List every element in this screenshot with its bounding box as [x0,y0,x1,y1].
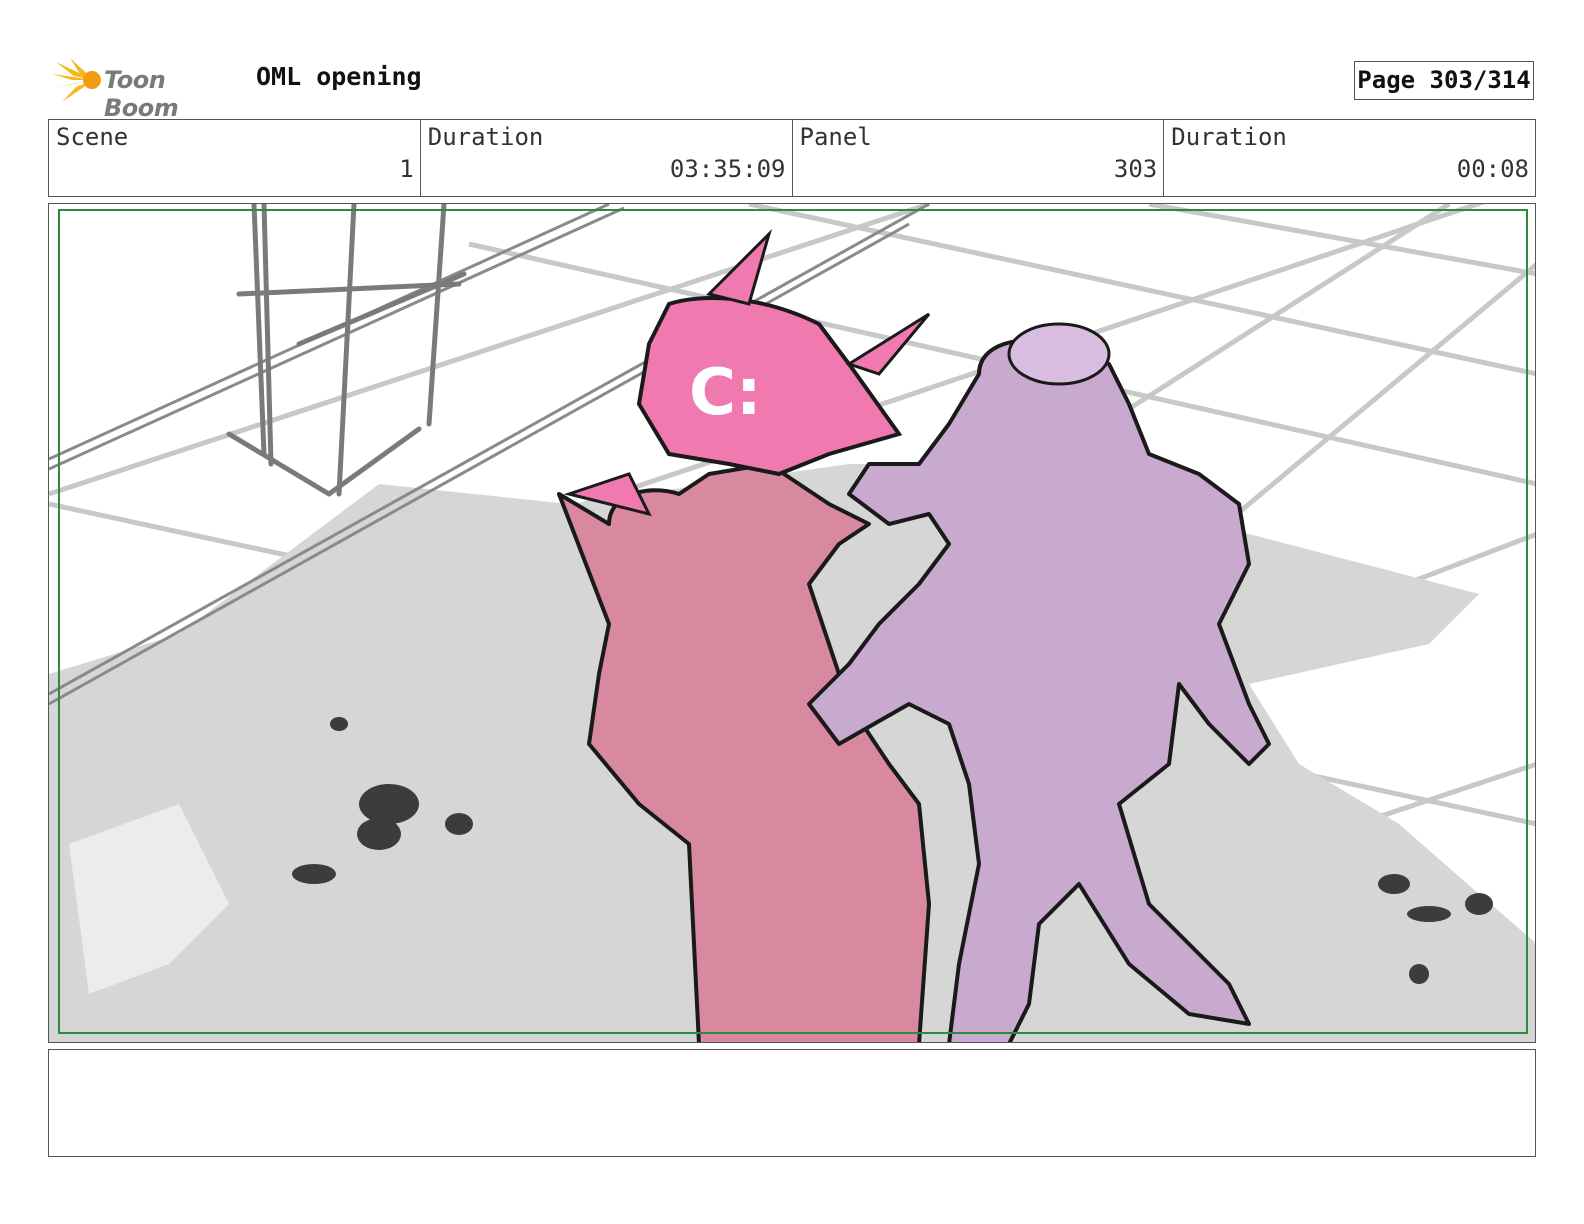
scene-value: 1 [399,155,414,183]
scene-duration-value: 03:35:09 [669,155,786,183]
scene-label: Scene [56,123,129,151]
page-indicator: Page 303/314 [1354,61,1534,100]
panel-duration-label: Duration [1171,123,1287,151]
scene-duration-label: Duration [427,123,544,151]
panel-label: Panel [799,123,872,151]
panel-cell: Panel 303 [793,120,1165,196]
logo-text: Toon Boom [104,66,179,122]
starburst-icon [52,58,101,102]
panel-duration-cell: Duration 00:08 [1164,120,1535,196]
storyboard-sketch-image: C: [49,204,1535,1042]
svg-text:C:: C: [689,356,762,430]
scene-duration-cell: Duration 03:35:09 [421,120,793,196]
panel-notes-box [48,1049,1536,1157]
scene-info-table: Scene 1 Duration 03:35:09 Panel 303 Dura… [48,119,1536,197]
panel-value: 303 [1113,155,1158,183]
pillar-sketch [226,204,467,497]
project-title: OML opening [256,62,422,91]
scene-cell: Scene 1 [49,120,421,196]
toon-boom-logo: Toon Boom [52,56,242,122]
panel-duration-value: 00:08 [1456,155,1529,183]
storyboard-panel: C: [48,203,1536,1043]
